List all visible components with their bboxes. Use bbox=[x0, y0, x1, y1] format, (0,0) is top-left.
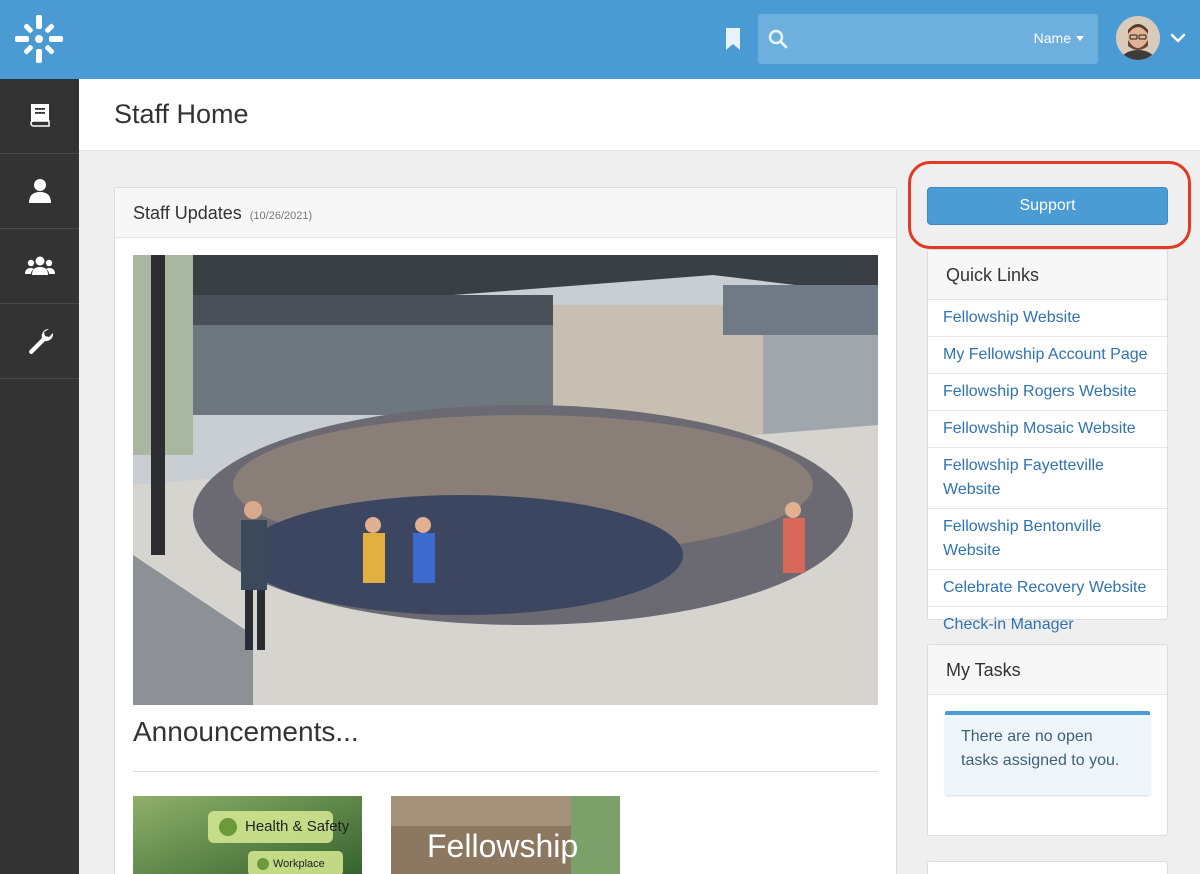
sidebar-item-admin-tools[interactable] bbox=[0, 304, 79, 379]
staff-updates-title: Staff Updates bbox=[133, 203, 242, 223]
search-input[interactable] bbox=[798, 24, 1018, 54]
caret-down-icon bbox=[1076, 35, 1084, 41]
search-icon bbox=[768, 29, 788, 49]
chevron-down-icon[interactable] bbox=[1170, 30, 1186, 46]
divider bbox=[133, 771, 878, 772]
top-bar: Name bbox=[0, 0, 1200, 79]
search-type-label: Name bbox=[1033, 30, 1071, 46]
bookmark-icon[interactable] bbox=[724, 28, 742, 50]
thumbnail-sublabel: Workplace bbox=[273, 858, 325, 870]
quick-link[interactable]: My Fellowship Account Page bbox=[928, 337, 1167, 374]
quick-link[interactable]: Fellowship Bentonville Website bbox=[928, 509, 1167, 570]
search-type-dropdown[interactable]: Name bbox=[1034, 30, 1084, 46]
sidebar-item-group[interactable] bbox=[0, 229, 79, 304]
search-bar: Name bbox=[758, 14, 1098, 64]
thumbnail-label: Fellowship bbox=[427, 828, 579, 864]
user-avatar[interactable] bbox=[1116, 16, 1160, 60]
staff-updates-header: Staff Updates (10/26/2021) bbox=[115, 188, 896, 238]
staff-group-photo bbox=[133, 255, 878, 705]
book-icon bbox=[29, 104, 50, 127]
sidebar bbox=[0, 79, 79, 874]
quick-links-title: Quick Links bbox=[928, 250, 1167, 300]
quick-links-list: Fellowship Website My Fellowship Account… bbox=[928, 300, 1167, 643]
staff-updates-date: (10/26/2021) bbox=[249, 210, 313, 222]
staff-updates-panel: Staff Updates (10/26/2021) Announcements… bbox=[114, 187, 897, 874]
support-button[interactable]: Support bbox=[927, 187, 1168, 225]
tasks-empty-message: There are no open tasks assigned to you. bbox=[945, 711, 1150, 795]
fellowship-thumbnail[interactable]: Fellowship bbox=[391, 796, 620, 874]
my-tasks-panel: My Tasks There are no open tasks assigne… bbox=[927, 644, 1168, 836]
quick-link[interactable]: Fellowship Rogers Website bbox=[928, 374, 1167, 411]
group-icon bbox=[24, 256, 55, 275]
sidebar-item-book[interactable] bbox=[0, 79, 79, 154]
person-icon bbox=[28, 179, 51, 203]
thumbnail-label: Health & Safety bbox=[245, 818, 350, 835]
quick-link[interactable]: Celebrate Recovery Website bbox=[928, 570, 1167, 607]
quick-links-panel: Quick Links Fellowship Website My Fellow… bbox=[927, 249, 1168, 633]
quick-link[interactable]: Check-in Manager bbox=[928, 607, 1167, 643]
sidebar-item-person[interactable] bbox=[0, 154, 79, 229]
quick-link[interactable]: Fellowship Fayetteville Website bbox=[928, 448, 1167, 509]
quick-link[interactable]: Fellowship Website bbox=[928, 300, 1167, 337]
wrench-icon bbox=[28, 328, 53, 354]
page-header: Staff Home bbox=[79, 79, 1200, 151]
page-title: Staff Home bbox=[114, 99, 249, 129]
app-logo-icon[interactable] bbox=[12, 13, 66, 65]
my-tasks-title: My Tasks bbox=[928, 645, 1167, 695]
quick-link[interactable]: Fellowship Mosaic Website bbox=[928, 411, 1167, 448]
announcements-heading: Announcements... bbox=[133, 716, 359, 747]
health-safety-thumbnail[interactable]: Health & Safety Workplace bbox=[133, 796, 362, 874]
next-panel bbox=[927, 861, 1168, 874]
